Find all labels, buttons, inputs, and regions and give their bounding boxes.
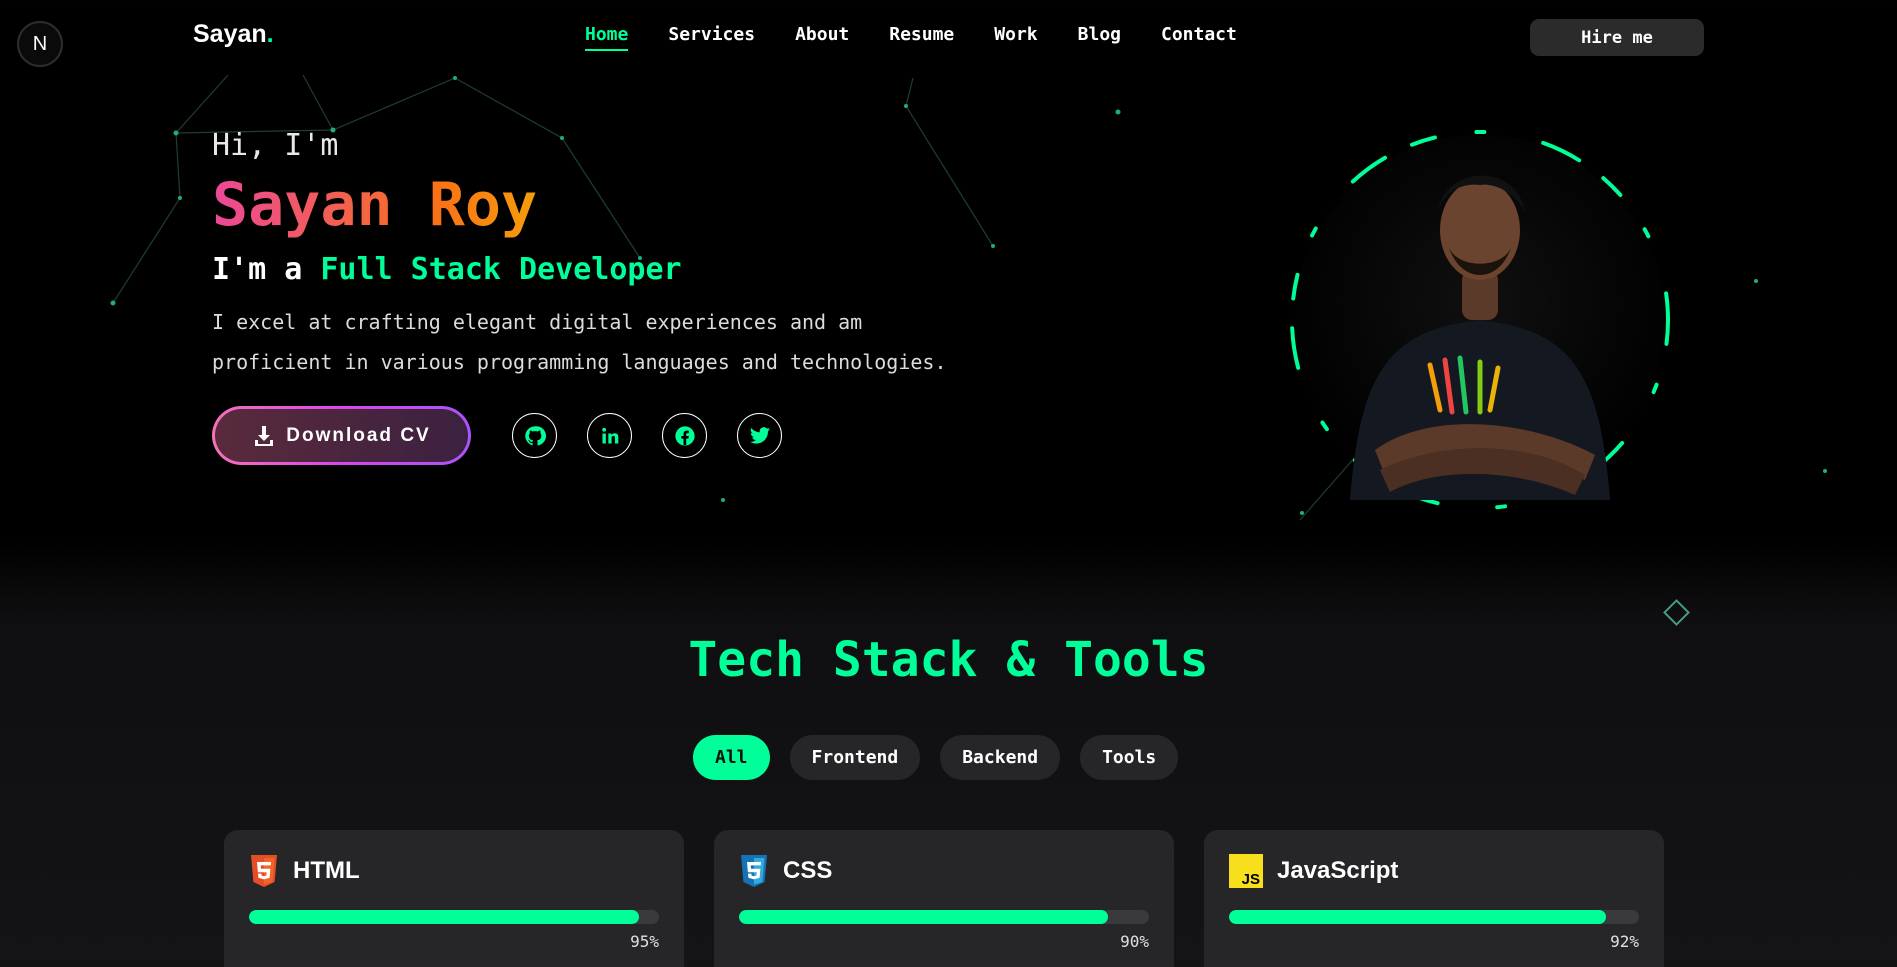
html5-icon — [251, 855, 277, 887]
logo[interactable]: Sayan. — [193, 20, 274, 49]
nav-about[interactable]: About — [795, 24, 849, 51]
filter-tabs: All Frontend Backend Tools — [693, 735, 1179, 780]
skill-name: CSS — [783, 857, 833, 884]
skill-card-css: CSS 90% — [714, 830, 1174, 967]
hire-me-button[interactable]: Hire me — [1530, 19, 1704, 56]
javascript-icon: JS — [1229, 854, 1263, 888]
skill-percent: 90% — [1120, 932, 1149, 951]
github-link[interactable] — [512, 413, 557, 458]
hero-greeting: Hi, I'm — [212, 128, 339, 163]
skill-progress — [249, 910, 659, 924]
skill-progress-fill — [1229, 910, 1607, 924]
css3-icon — [741, 855, 767, 887]
skill-progress-fill — [249, 910, 639, 924]
hero-description: I excel at crafting elegant digital expe… — [212, 310, 947, 374]
download-cv-label: Download CV — [286, 424, 431, 446]
skill-progress — [1229, 910, 1639, 924]
nav-home[interactable]: Home — [585, 24, 629, 51]
nav-contact[interactable]: Contact — [1161, 24, 1237, 51]
facebook-link[interactable] — [662, 413, 707, 458]
main-nav: Home Services About Resume Work Blog Con… — [585, 24, 1237, 51]
skill-percent: 92% — [1610, 932, 1639, 951]
nav-blog[interactable]: Blog — [1078, 24, 1121, 51]
linkedin-icon — [601, 427, 618, 443]
badge-letter: N — [32, 32, 48, 55]
skill-name: JavaScript — [1277, 857, 1399, 884]
filter-backend[interactable]: Backend — [940, 735, 1061, 780]
decorative-diamond — [1663, 599, 1690, 626]
skill-cards: HTML 95% CSS 90% JS JavaScript 92% — [224, 830, 1664, 967]
twitter-link[interactable] — [737, 413, 782, 458]
filter-tools[interactable]: Tools — [1080, 735, 1179, 780]
skill-progress — [739, 910, 1149, 924]
section-title: Tech Stack & Tools — [688, 632, 1209, 688]
role-highlight: Full Stack Developer — [320, 252, 682, 287]
next-badge[interactable]: N — [17, 21, 63, 67]
nav-work[interactable]: Work — [994, 24, 1037, 51]
twitter-icon — [749, 426, 770, 444]
linkedin-link[interactable] — [587, 413, 632, 458]
role-prefix: I'm a — [212, 252, 321, 287]
download-icon — [255, 425, 274, 446]
portrait-illustration — [1290, 130, 1670, 510]
skill-card-html: HTML 95% — [224, 830, 684, 967]
filter-frontend[interactable]: Frontend — [789, 735, 921, 780]
logo-text: Sayan — [193, 20, 267, 48]
logo-dot: . — [266, 20, 274, 48]
hero-name: Sayan Roy — [212, 170, 538, 240]
filter-all[interactable]: All — [693, 735, 770, 780]
facebook-icon — [674, 425, 695, 446]
skill-name: HTML — [293, 857, 360, 884]
github-icon — [524, 425, 546, 445]
skill-card-javascript: JS JavaScript 92% — [1204, 830, 1664, 967]
download-cv-button[interactable]: Download CV — [212, 406, 471, 465]
nav-services[interactable]: Services — [668, 24, 755, 51]
hero-role: I'm a Full Stack Developer — [212, 252, 682, 287]
svg-text:JS: JS — [1242, 871, 1260, 888]
skill-percent: 95% — [630, 932, 659, 951]
social-links — [512, 413, 782, 458]
nav-resume[interactable]: Resume — [889, 24, 954, 51]
portrait-avatar — [1280, 120, 1680, 520]
skill-progress-fill — [739, 910, 1108, 924]
